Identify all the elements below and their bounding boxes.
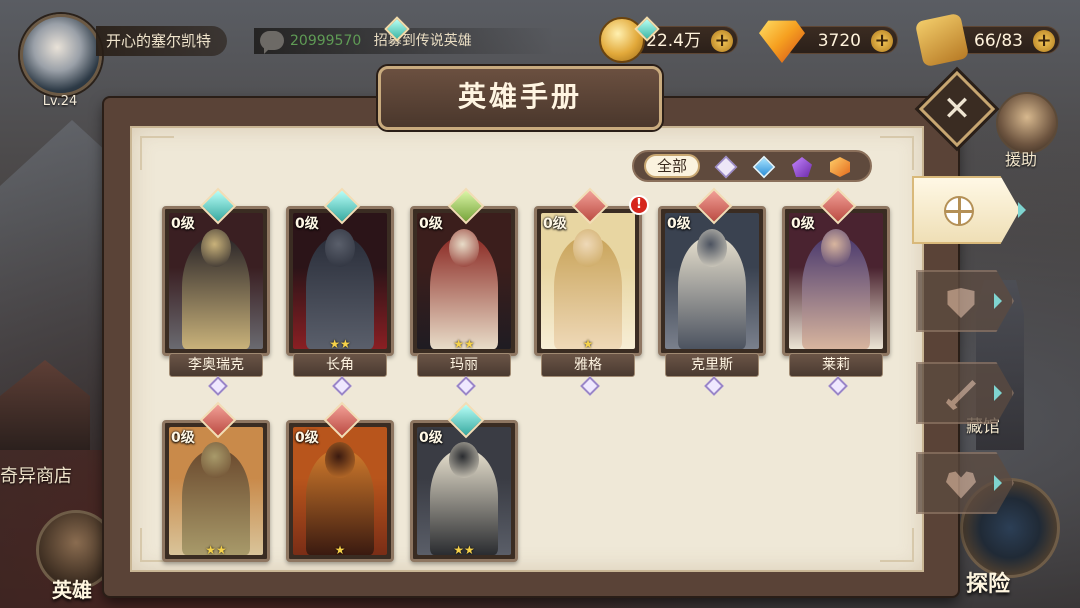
sword-icon xyxy=(946,380,976,410)
hero-stars: ★ xyxy=(582,337,594,351)
purple-gem-filter-icon[interactable] xyxy=(792,157,812,177)
alert-icon: ! xyxy=(629,195,649,215)
hero-card[interactable]: 0级李奥瑞克 xyxy=(162,187,270,396)
close-icon: ✕ xyxy=(942,89,972,129)
hero-level: 0级 xyxy=(543,216,567,232)
heroes-nav-label: 英雄 xyxy=(52,578,92,602)
blue-gem-filter-icon[interactable] xyxy=(752,155,776,179)
hero-head xyxy=(448,442,480,479)
player-name: 开心的塞尔凯特 xyxy=(96,26,228,56)
gem-counter: 3720 + xyxy=(759,20,898,63)
codex-title-plate: 英雄手册 xyxy=(378,66,662,130)
hero-portrait xyxy=(169,213,263,349)
hero-level: 0级 xyxy=(419,216,443,232)
strange-shop-label[interactable]: 奇异商店 xyxy=(0,462,72,488)
hero-stars: ★★ xyxy=(453,543,475,557)
hero-card[interactable]: 0级克里斯 xyxy=(658,187,766,396)
assist-label: 援助 xyxy=(1005,150,1038,169)
hero-level: 0级 xyxy=(667,216,691,232)
ticker-user-id: 20999570 xyxy=(290,33,362,49)
filter-all-button[interactable]: 全部 xyxy=(644,154,700,178)
assist-button[interactable] xyxy=(996,92,1058,154)
ticker-message: 招募到传说英雄 xyxy=(373,33,472,49)
corner-ornament xyxy=(880,136,914,170)
hero-stars: ★ xyxy=(334,543,346,557)
tab-arrow-icon xyxy=(994,385,1010,401)
hero-name: 李奥瑞克 xyxy=(169,353,263,377)
hero-level: 0级 xyxy=(791,216,815,232)
hero-portrait xyxy=(417,213,511,349)
hero-level: 0级 xyxy=(171,216,195,232)
stamina-cup-icon xyxy=(914,12,970,68)
hero-name: 玛丽 xyxy=(417,353,511,377)
hero-level: 0级 xyxy=(419,430,443,446)
hero-name: 长角 xyxy=(293,353,387,377)
add-gems-button[interactable]: + xyxy=(871,30,893,52)
corner-ornament xyxy=(880,528,914,562)
hero-name: 莱莉 xyxy=(789,353,883,377)
hero-card[interactable]: 0级 ★★ 长角 xyxy=(286,187,394,396)
hero-stars: ★★ xyxy=(205,543,227,557)
hero-name: 克里斯 xyxy=(665,353,759,377)
tab-arrow-icon xyxy=(994,293,1010,309)
hero-name: 雅格 xyxy=(541,353,635,377)
tab-all-heroes[interactable] xyxy=(912,176,1020,244)
hero-level: 0级 xyxy=(295,216,319,232)
codex-title: 英雄手册 xyxy=(457,80,582,113)
hero-stars: ★★ xyxy=(329,337,351,351)
hero-level: 0级 xyxy=(295,430,319,446)
shield-icon xyxy=(947,288,975,318)
hero-portrait xyxy=(541,213,635,349)
add-stamina-button[interactable]: + xyxy=(1033,30,1055,52)
orange-gem-filter-icon[interactable] xyxy=(830,157,850,177)
gem-value: 3720 xyxy=(817,31,861,51)
explore-label: 探险 xyxy=(966,572,1011,597)
stamina-value: 66/83 xyxy=(974,31,1023,51)
hero-card[interactable]: 0级莱莉 xyxy=(782,187,890,396)
hero-portrait xyxy=(789,213,883,349)
hero-card[interactable]: 0级 ★★ xyxy=(162,401,270,562)
hero-head xyxy=(200,442,232,479)
tab-arrow-icon xyxy=(994,475,1010,491)
hero-portrait xyxy=(293,213,387,349)
hero-level: 0级 xyxy=(171,430,195,446)
hero-stars: ★★ xyxy=(453,337,475,351)
player-avatar[interactable] xyxy=(20,14,102,96)
grid-icon xyxy=(944,196,974,226)
player-level: Lv.24 xyxy=(42,94,78,109)
white-gem-filter-icon[interactable] xyxy=(714,155,738,179)
hero-portrait xyxy=(665,213,759,349)
hero-card[interactable]: 0级 ★★ 玛丽 xyxy=(410,187,518,396)
hero-card[interactable]: 0级 ★! 雅格 xyxy=(534,187,649,396)
hero-head xyxy=(324,442,356,479)
corner-ornament xyxy=(140,136,174,170)
chat-bubble-icon xyxy=(260,31,284,54)
rarity-filter-bar: 全部 xyxy=(632,150,872,182)
add-gold-button[interactable]: + xyxy=(711,30,733,52)
hero-card[interactable]: 0级 ★★ xyxy=(410,401,518,562)
stamina-counter: 66/83 + xyxy=(914,12,1060,68)
tab-arrow-icon xyxy=(1018,202,1034,218)
hero-card[interactable]: 0级 ★ xyxy=(286,401,394,562)
heart-icon xyxy=(946,471,976,499)
